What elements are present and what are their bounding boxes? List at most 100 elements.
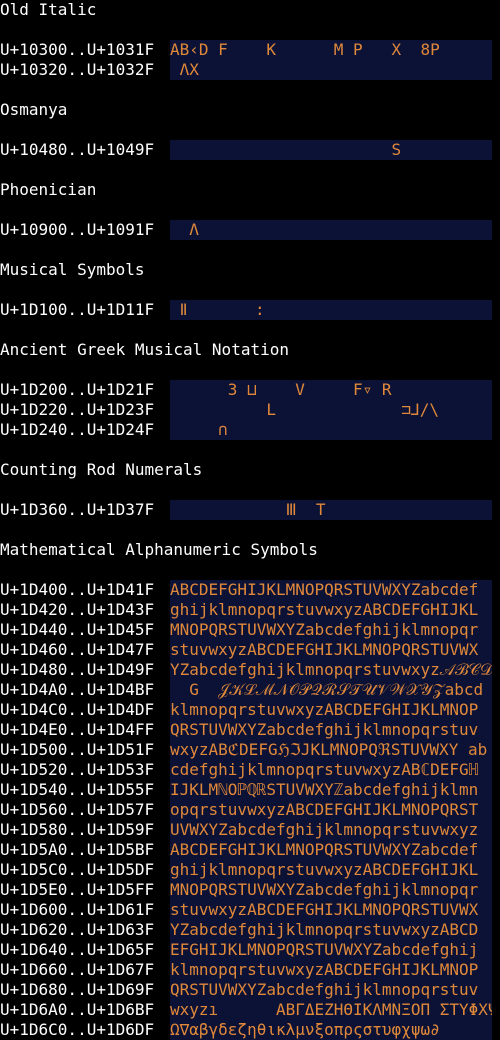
codepoint-row: U+1D600..U+1D61F stuvwxyzABCDEFGHIJKLMNOP…: [0, 900, 500, 920]
codepoint-row: U+1D4C0..U+1D4DF klmnopqrstuvwxyzABCDEFGH…: [0, 700, 500, 720]
codepoint-range-label: U+1D6A0..U+1D6BF: [0, 1000, 155, 1019]
codepoint-row: U+1D220..U+1D23F L ⊐⅃/\: [0, 400, 500, 420]
glyph-sample-strip: Ω∇αβγδεζηθικλμνξοπρςστυφχψω∂: [170, 1020, 492, 1040]
section-title: Musical Symbols: [0, 260, 145, 279]
codepoint-row: U+1D240..U+1D24F ∩: [0, 420, 500, 440]
glyph-sample-strip: G 𝒥𝒦ℒℳ𝒩𝒪𝒫𝒬ℛ𝒮𝒯𝒰𝒱𝒲𝒳𝒴𝒵abcd f ghij: [170, 680, 492, 700]
codepoint-range-label: U+1D4C0..U+1D4DF: [0, 700, 155, 719]
glyph-sample-strip: cdefghijklmnopqrstuvwxyzABℂDEFGℍ: [170, 760, 492, 780]
codepoint-range-label: U+1D560..U+1D57F: [0, 800, 155, 819]
glyph-sample-strip: ΛX: [170, 60, 492, 80]
codepoint-row: U+1D4E0..U+1D4FF QRSTUVWXYZabcdefghijklmn…: [0, 720, 500, 740]
codepoint-range-label: U+1D400..U+1D41F: [0, 580, 155, 599]
codepoint-range-label: U+1D460..U+1D47F: [0, 640, 155, 659]
codepoint-row: U+1D100..U+1D11F Ⅱ :: [0, 300, 500, 320]
codepoint-row: U+1D540..U+1D55F IJKLMℕOℙℚℝSTUVWXYℤabcdef…: [0, 780, 500, 800]
glyph-sample-strip: ABCDEFGHIJKLMNOPQRSTUVWXYZabcdef: [170, 840, 492, 860]
codepoint-row: U+10480..U+1049F S: [0, 140, 500, 160]
codepoint-row: U+1D5C0..U+1D5DF ghijklmnopqrstuvwxyzABCD…: [0, 860, 500, 880]
glyph-sample-strip: wxyzABℭDEFGℌℑJKLMNOPQℜSTUVWXY ab: [170, 740, 492, 760]
codepoint-range-label: U+10320..U+1032F: [0, 60, 155, 79]
glyph-sample-strip: opqrstuvwxyzABCDEFGHIJKLMNOPQRST: [170, 800, 492, 820]
codepoint-range-label: U+1D640..U+1D65F: [0, 940, 155, 959]
glyph-sample-strip: QRSTUVWXYZabcdefghijklmnopqrstuv: [170, 720, 492, 740]
unicode-coverage-page: Old Italic U+10300..U+1031F AB‹D F K M P X…: [0, 0, 500, 1040]
glyph-sample-strip: klmnopqrstuvwxyzABCDEFGHIJKLMNOP: [170, 700, 492, 720]
codepoint-row: U+10900..U+1091F Λ: [0, 220, 500, 240]
glyph-sample-strip: Ⅱ :: [170, 300, 492, 320]
glyph-sample-strip: YZabcdefghijklmnopqrstuvwxyzABCD: [170, 920, 492, 940]
codepoint-range-label: U+10480..U+1049F: [0, 140, 155, 159]
codepoint-range-label: U+1D220..U+1D23F: [0, 400, 155, 419]
codepoint-row: U+1D460..U+1D47F stuvwxyzABCDEFGHIJKLMNOP…: [0, 640, 500, 660]
codepoint-row: U+1D200..U+1D21F 3 ⊔ V F▿ R: [0, 380, 500, 400]
codepoint-row: U+1D360..U+1D37F Ⅲ T: [0, 500, 500, 520]
codepoint-range-label: U+1D360..U+1D37F: [0, 500, 155, 519]
codepoint-range-label: U+1D6C0..U+1D6DF: [0, 1020, 155, 1039]
glyph-sample-strip: MNOPQRSTUVWXYZabcdefghijklmnopqr: [170, 880, 492, 900]
codepoint-range-label: U+1D480..U+1D49F: [0, 660, 155, 679]
codepoint-row: U+10320..U+1032F ΛX: [0, 60, 500, 80]
codepoint-range-label: U+1D240..U+1D24F: [0, 420, 155, 439]
codepoint-row: U+1D520..U+1D53F cdefghijklmnopqrstuvwxyz…: [0, 760, 500, 780]
codepoint-row: U+1D6A0..U+1D6BF wxyzı ΑΒΓΔΕΖΗΘΙΚΛΜΝΞΟΠ Σ…: [0, 1000, 500, 1020]
codepoint-row: U+1D5A0..U+1D5BF ABCDEFGHIJKLMNOPQRSTUVWX…: [0, 840, 500, 860]
codepoint-range-label: U+1D680..U+1D69F: [0, 980, 155, 999]
glyph-sample-strip: QRSTUVWXYZabcdefghijklmnopqrstuv: [170, 980, 492, 1000]
codepoint-range-label: U+1D500..U+1D51F: [0, 740, 155, 759]
glyph-sample-strip: wxyzı ΑΒΓΔΕΖΗΘΙΚΛΜΝΞΟΠ ΣΤΥΦΧΨ: [170, 1000, 492, 1020]
glyph-sample-strip: EFGHIJKLMNOPQRSTUVWXYZabcdefghij: [170, 940, 492, 960]
glyph-sample-strip: IJKLMℕOℙℚℝSTUVWXYℤabcdefghijklmn: [170, 780, 492, 800]
glyph-sample-strip: klmnopqrstuvwxyzABCDEFGHIJKLMNOP: [170, 960, 492, 980]
codepoint-row: U+1D680..U+1D69F QRSTUVWXYZabcdefghijklmn…: [0, 980, 500, 1000]
codepoint-range-label: U+10900..U+1091F: [0, 220, 155, 239]
section-title: Ancient Greek Musical Notation: [0, 340, 289, 359]
glyph-sample-strip: AB‹D F K M P X 8P: [170, 40, 492, 60]
glyph-sample-strip: UVWXYZabcdefghijklmnopqrstuvwxyz: [170, 820, 492, 840]
glyph-sample-strip: stuvwxyzABCDEFGHIJKLMNOPQRSTUVWX: [170, 900, 492, 920]
codepoint-range-label: U+1D660..U+1D67F: [0, 960, 155, 979]
codepoint-range-label: U+1D5A0..U+1D5BF: [0, 840, 155, 859]
codepoint-row: U+1D580..U+1D59F UVWXYZabcdefghijklmnopqr…: [0, 820, 500, 840]
codepoint-row: U+1D660..U+1D67F klmnopqrstuvwxyzABCDEFGH…: [0, 960, 500, 980]
codepoint-row: U+1D640..U+1D65F EFGHIJKLMNOPQRSTUVWXYZab…: [0, 940, 500, 960]
sections-container: Old Italic U+10300..U+1031F AB‹D F K M P X…: [0, 0, 500, 1040]
codepoint-row: U+1D620..U+1D63F YZabcdefghijklmnopqrstuv…: [0, 920, 500, 940]
glyph-sample-strip: ABCDEFGHIJKLMNOPQRSTUVWXYZabcdef: [170, 580, 492, 600]
codepoint-row: U+1D560..U+1D57F opqrstuvwxyzABCDEFGHIJKL…: [0, 800, 500, 820]
glyph-sample-strip: YZabcdefghijklmnopqrstuvwxyz𝒜ℬ𝒞𝒟: [170, 660, 492, 680]
glyph-sample-strip: 3 ⊔ V F▿ R: [170, 380, 492, 400]
codepoint-range-label: U+1D420..U+1D43F: [0, 600, 155, 619]
glyph-sample-strip: ghijklmnopqrstuvwxyzABCDEFGHIJKL: [170, 600, 492, 620]
section-title: Old Italic: [0, 0, 97, 19]
codepoint-row: U+1D480..U+1D49F YZabcdefghijklmnopqrstuv…: [0, 660, 500, 680]
codepoint-row: U+10300..U+1031F AB‹D F K M P X 8P: [0, 40, 500, 60]
section-title: Counting Rod Numerals: [0, 460, 203, 479]
glyph-sample-strip: Λ: [170, 220, 492, 240]
codepoint-row: U+1D420..U+1D43F ghijklmnopqrstuvwxyzABCD…: [0, 600, 500, 620]
codepoint-range-label: U+1D440..U+1D45F: [0, 620, 155, 639]
glyph-sample-strip: ∩: [170, 420, 492, 440]
glyph-sample-strip: stuvwxyzABCDEFGHIJKLMNOPQRSTUVWX: [170, 640, 492, 660]
codepoint-range-label: U+1D5C0..U+1D5DF: [0, 860, 155, 879]
codepoint-range-label: U+1D520..U+1D53F: [0, 760, 155, 779]
section-title: Phoenician: [0, 180, 97, 199]
codepoint-range-label: U+1D4A0..U+1D4BF: [0, 680, 155, 699]
codepoint-row: U+1D4A0..U+1D4BF G 𝒥𝒦ℒℳ𝒩𝒪𝒫𝒬ℛ𝒮𝒯𝒰𝒱𝒲𝒳𝒴𝒵abcd…: [0, 680, 500, 700]
glyph-sample-strip: ghijklmnopqrstuvwxyzABCDEFGHIJKL: [170, 860, 492, 880]
codepoint-range-label: U+10300..U+1031F: [0, 40, 155, 59]
codepoint-row: U+1D5E0..U+1D5FF MNOPQRSTUVWXYZabcdefghij…: [0, 880, 500, 900]
codepoint-row: U+1D400..U+1D41F ABCDEFGHIJKLMNOPQRSTUVWX…: [0, 580, 500, 600]
glyph-sample-strip: MNOPQRSTUVWXYZabcdefghijklmnopqr: [170, 620, 492, 640]
codepoint-row: U+1D6C0..U+1D6DF Ω∇αβγδεζηθικλμνξοπρςστυφ…: [0, 1020, 500, 1040]
